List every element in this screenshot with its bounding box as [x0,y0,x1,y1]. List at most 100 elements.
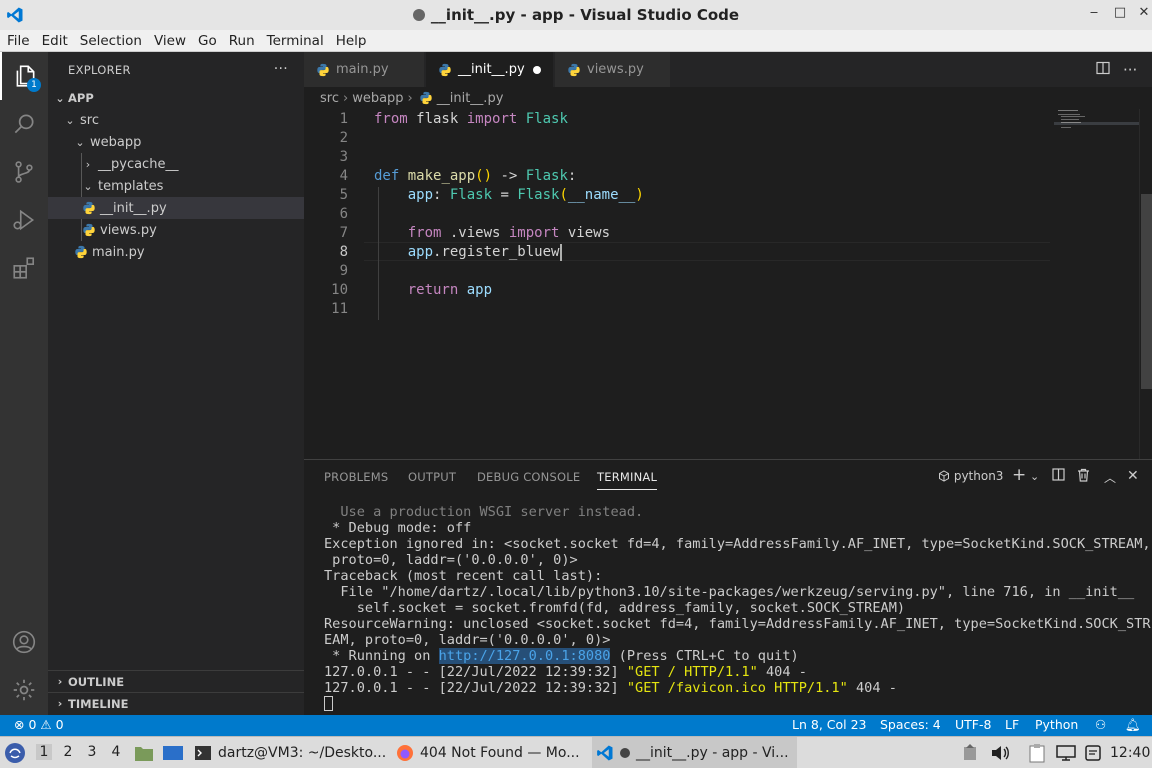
menu-go[interactable]: Go [192,33,223,49]
chevron-down-icon[interactable]: ⌄ [1030,470,1039,483]
volume-icon [992,745,1009,760]
desktop-launcher[interactable] [162,737,184,768]
minimap[interactable] [1054,109,1140,139]
tray-network[interactable] [1056,737,1076,768]
chevron-right-icon: › [57,675,63,688]
run-debug-activity[interactable] [0,196,48,244]
line-number: 10 [331,282,348,298]
timeline-section[interactable]: › TIMELINE [48,692,304,714]
editor-scrollbar[interactable] [1139,109,1152,459]
tab-main-py[interactable]: main.py [304,52,425,87]
maximize-panel-icon[interactable]: ︿ [1104,469,1116,486]
breadcrumb-init-py[interactable]: __init__.py [437,91,504,106]
menu-selection[interactable]: Selection [74,33,148,49]
menu-view[interactable]: View [148,33,192,49]
terminal-output[interactable]: Use a production WSGI server instead. * … [324,504,1151,712]
close-panel-icon[interactable]: ✕ [1127,468,1139,484]
taskbar-terminal-window[interactable]: dartz@VM3: ~/Deskto... [194,737,386,768]
scrollbar-thumb[interactable] [1141,194,1152,389]
breadcrumb-src[interactable]: src [320,91,339,106]
taskbar-firefox-label: 404 Not Found — Mo... [420,744,580,761]
maximize-button[interactable]: □ [1110,5,1130,20]
code-editor[interactable]: 1 2 3 4 5 6 7 8 9 10 11 from flask impor… [304,109,1140,459]
folder-pycache[interactable]: › __pycache__ [48,153,304,175]
extensions-activity[interactable] [0,244,48,292]
root-label: APP [68,91,94,105]
breadcrumb-webapp[interactable]: webapp [352,91,403,106]
problems-status[interactable]: ⊗ 0 ⚠ 0 [14,717,64,732]
notifications-bell-icon[interactable]: 🔔︎ [1125,717,1141,733]
folder-src[interactable]: ⌄ src [48,109,304,131]
new-terminal-icon[interactable]: + [1012,465,1026,485]
file-label: main.py [92,244,145,260]
tab-terminal[interactable]: TERMINAL [597,470,658,490]
taskbar-terminal-label: dartz@VM3: ~/Deskto... [218,744,387,761]
line-number: 5 [339,187,348,203]
source-control-activity[interactable] [0,148,48,196]
unsaved-dot-icon [620,747,630,758]
file-init-py[interactable]: __init__.py [48,197,304,219]
tray-clipboard[interactable] [1028,737,1046,768]
tab-label: views.py [587,62,644,77]
start-menu-button[interactable] [4,737,26,768]
file-manager-launcher[interactable] [134,737,154,768]
menu-help[interactable]: Help [330,33,373,49]
indentation-status[interactable]: Spaces: 4 [880,717,941,732]
notification-icon [1085,744,1101,761]
search-activity[interactable] [0,100,48,148]
manage-activity[interactable] [0,666,48,714]
more-actions-icon[interactable]: ··· [274,61,288,77]
split-editor-icon[interactable] [1096,61,1110,79]
linux-logo-icon [5,742,25,763]
workspace-2[interactable]: 2 [60,744,76,760]
close-window-button[interactable]: ✕ [1134,5,1152,20]
eol-status[interactable]: LF [1005,717,1019,732]
workspace-4[interactable]: 4 [108,744,124,760]
split-terminal-icon[interactable] [1052,468,1065,485]
tab-init-py[interactable]: __init__.py [426,52,554,87]
outline-section[interactable]: › OUTLINE [48,670,304,692]
menu-file[interactable]: File [0,33,36,49]
taskbar-firefox-window[interactable]: 404 Not Found — Mo... [396,737,580,768]
workspace-1[interactable]: 1 [36,744,52,760]
menu-bar: File Edit Selection View Go Run Terminal… [0,30,1152,52]
tab-output[interactable]: OUTPUT [408,470,456,484]
accounts-activity[interactable] [0,618,48,666]
trash-icon[interactable] [1077,468,1090,486]
terminal-shell-selector[interactable]: python3 [938,469,1003,483]
folder-templates[interactable]: ⌄ templates [48,175,304,197]
menu-terminal[interactable]: Terminal [261,33,330,49]
tab-problems[interactable]: PROBLEMS [324,470,388,484]
menu-run[interactable]: Run [223,33,261,49]
chevron-down-icon: ⌄ [75,135,85,149]
tray-notifications[interactable] [1084,737,1102,768]
file-main-py[interactable]: main.py [48,241,304,263]
more-actions-icon[interactable]: ··· [1123,61,1137,79]
source-control-icon [15,161,33,183]
folder-webapp[interactable]: ⌄ webapp [48,131,304,153]
server-url-link[interactable]: http://127.0.0.1:8080 [438,648,611,664]
encoding-status[interactable]: UTF-8 [955,717,991,732]
explorer-activity[interactable]: 1 [0,52,48,100]
tab-label: main.py [336,62,389,77]
error-icon: ⊗ [14,717,25,732]
clock[interactable]: 12:40 [1110,737,1150,768]
file-views-py[interactable]: views.py [48,219,304,241]
language-status[interactable]: Python [1035,717,1078,732]
unsaved-dot-icon[interactable] [533,66,541,74]
feedback-icon[interactable]: ⚇ [1095,717,1106,732]
cursor-position-status[interactable]: Ln 8, Col 23 [792,717,867,732]
line-number: 7 [339,225,348,241]
explorer-header: EXPLORER ··· [48,52,304,87]
workspace-3[interactable]: 3 [84,744,100,760]
account-icon [12,630,36,654]
menu-edit[interactable]: Edit [36,33,74,49]
taskbar: 1 2 3 4 dartz@VM3: ~/Deskto... 404 Not F… [0,736,1152,768]
folder-root-app[interactable]: ⌄ APP [48,87,304,109]
taskbar-vscode-window[interactable]: __init__.py - app - Vi... [592,737,797,768]
tab-debug-console[interactable]: DEBUG CONSOLE [477,470,580,484]
tab-views-py[interactable]: views.py [555,52,671,87]
tray-volume[interactable] [990,737,1010,768]
tray-updates[interactable] [962,737,978,768]
minimize-button[interactable]: ‒ [1084,5,1104,20]
